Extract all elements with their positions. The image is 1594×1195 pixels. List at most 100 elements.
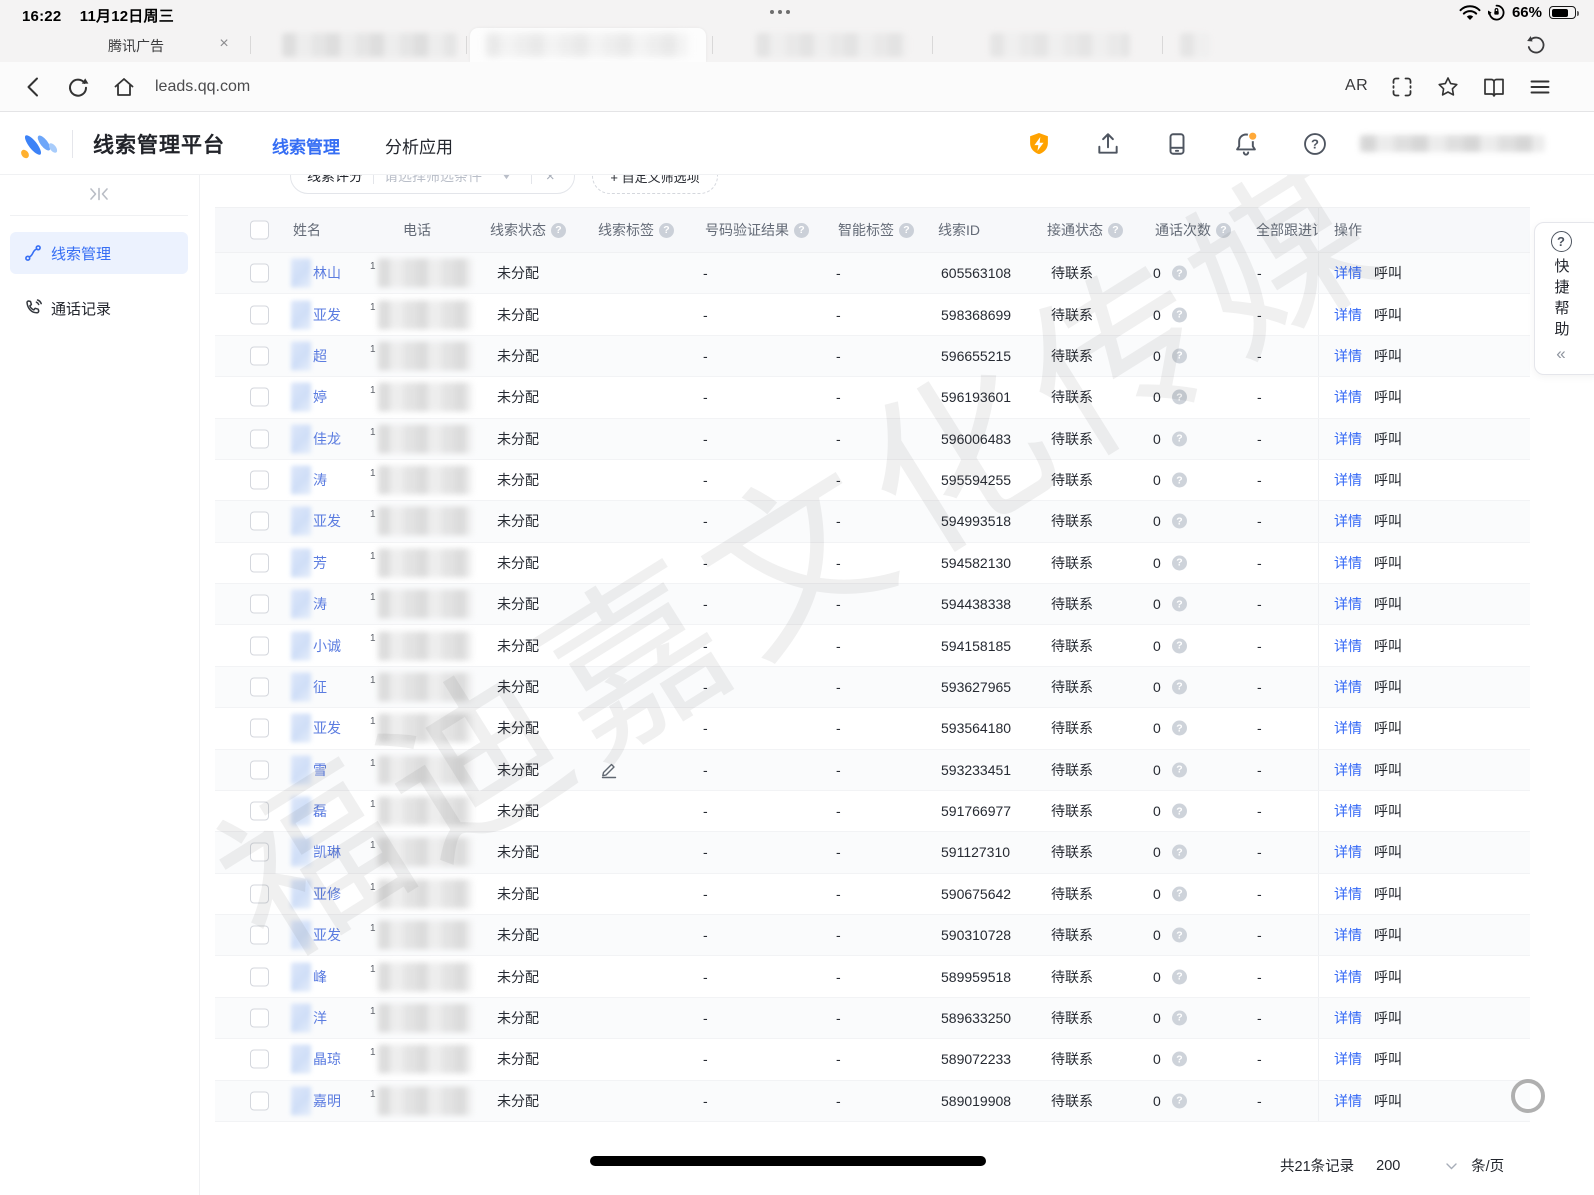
- call-link[interactable]: 呼叫: [1374, 553, 1402, 573]
- row-checkbox[interactable]: [250, 429, 269, 448]
- row-checkbox[interactable]: [250, 512, 269, 531]
- tab-tencent-ads[interactable]: 腾讯广告: [66, 36, 206, 56]
- tab-lead-management[interactable]: 线索管理: [272, 133, 340, 158]
- sidebar-item-call-records[interactable]: 通话记录: [10, 287, 188, 329]
- tab-redacted[interactable]: [1180, 33, 1210, 57]
- call-count-help-icon[interactable]: ?: [1172, 886, 1187, 901]
- ar-button[interactable]: AR: [1345, 77, 1368, 95]
- detail-link[interactable]: 详情: [1334, 305, 1362, 325]
- call-count-help-icon[interactable]: ?: [1172, 804, 1187, 819]
- lead-name-link[interactable]: 磊: [313, 801, 327, 821]
- column-header[interactable]: 线索状态 ?: [490, 208, 566, 252]
- call-link[interactable]: 呼叫: [1374, 263, 1402, 283]
- lead-name-link[interactable]: 超: [313, 346, 327, 366]
- column-header[interactable]: 操作: [1318, 208, 1530, 252]
- row-checkbox[interactable]: [250, 677, 269, 696]
- select-all-checkbox[interactable]: [250, 221, 269, 240]
- call-link[interactable]: 呼叫: [1374, 1008, 1402, 1028]
- column-header[interactable]: 号码验证结果 ?: [705, 208, 809, 252]
- lead-name-link[interactable]: 亚发: [313, 925, 341, 945]
- lead-name-link[interactable]: 小诚: [313, 636, 341, 656]
- detail-link[interactable]: 详情: [1334, 760, 1362, 780]
- lead-name-link[interactable]: 林山: [313, 263, 341, 283]
- help-icon[interactable]: ?: [1302, 131, 1326, 155]
- home-icon[interactable]: [112, 75, 136, 99]
- column-header[interactable]: 智能标签 ?: [838, 208, 914, 252]
- call-link[interactable]: 呼叫: [1374, 718, 1402, 738]
- column-header[interactable]: 电话: [403, 208, 431, 252]
- detail-link[interactable]: 详情: [1334, 925, 1362, 945]
- row-checkbox[interactable]: [250, 760, 269, 779]
- quick-help-panel[interactable]: ? 快捷帮助 «: [1534, 222, 1594, 375]
- row-checkbox[interactable]: [250, 926, 269, 945]
- column-header[interactable]: 线索ID: [938, 208, 980, 252]
- call-count-help-icon[interactable]: ?: [1172, 1052, 1187, 1067]
- detail-link[interactable]: 详情: [1334, 594, 1362, 614]
- call-link[interactable]: 呼叫: [1374, 925, 1402, 945]
- call-count-help-icon[interactable]: ?: [1172, 721, 1187, 736]
- detail-link[interactable]: 详情: [1334, 346, 1362, 366]
- tab-redacted[interactable]: [282, 33, 457, 57]
- lead-name-link[interactable]: 征: [313, 677, 327, 697]
- lead-name-link[interactable]: 芳: [313, 553, 327, 573]
- row-checkbox[interactable]: [250, 802, 269, 821]
- lead-name-link[interactable]: 涛: [313, 470, 327, 490]
- collapse-panel-icon[interactable]: «: [1556, 344, 1565, 364]
- call-count-help-icon[interactable]: ?: [1172, 969, 1187, 984]
- column-help-icon[interactable]: ?: [1108, 223, 1123, 238]
- call-count-help-icon[interactable]: ?: [1172, 638, 1187, 653]
- column-header[interactable]: 姓名: [293, 208, 321, 252]
- call-count-help-icon[interactable]: ?: [1172, 390, 1187, 405]
- device-icon[interactable]: [1164, 131, 1188, 155]
- lead-name-link[interactable]: 亚发: [313, 305, 341, 325]
- row-checkbox[interactable]: [250, 264, 269, 283]
- call-link[interactable]: 呼叫: [1374, 801, 1402, 821]
- undo-close-tab-icon[interactable]: [1524, 33, 1548, 57]
- call-count-help-icon[interactable]: ?: [1172, 555, 1187, 570]
- lead-name-link[interactable]: 亚发: [313, 718, 341, 738]
- lead-name-link[interactable]: 雪: [313, 760, 327, 780]
- address-bar[interactable]: leads.qq.com: [155, 78, 250, 96]
- call-link[interactable]: 呼叫: [1374, 346, 1402, 366]
- detail-link[interactable]: 详情: [1334, 967, 1362, 987]
- account-name-redacted[interactable]: [1360, 135, 1545, 152]
- detail-link[interactable]: 详情: [1334, 387, 1362, 407]
- detail-link[interactable]: 详情: [1334, 842, 1362, 862]
- row-checkbox[interactable]: [250, 346, 269, 365]
- call-count-help-icon[interactable]: ?: [1172, 1093, 1187, 1108]
- lead-name-link[interactable]: 亚修: [313, 884, 341, 904]
- call-count-help-icon[interactable]: ?: [1172, 514, 1187, 529]
- detail-link[interactable]: 详情: [1334, 263, 1362, 283]
- call-count-help-icon[interactable]: ?: [1172, 431, 1187, 446]
- call-link[interactable]: 呼叫: [1374, 511, 1402, 531]
- detail-link[interactable]: 详情: [1334, 718, 1362, 738]
- detail-link[interactable]: 详情: [1334, 470, 1362, 490]
- lead-name-link[interactable]: 婷: [313, 387, 327, 407]
- call-count-help-icon[interactable]: ?: [1172, 266, 1187, 281]
- column-header[interactable]: 线索标签 ?: [598, 208, 674, 252]
- column-header[interactable]: 接通状态 ?: [1047, 208, 1123, 252]
- call-count-help-icon[interactable]: ?: [1172, 679, 1187, 694]
- lead-name-link[interactable]: 亚发: [313, 511, 341, 531]
- row-checkbox[interactable]: [250, 305, 269, 324]
- row-checkbox[interactable]: [250, 967, 269, 986]
- call-count-help-icon[interactable]: ?: [1172, 473, 1187, 488]
- tab-close-icon[interactable]: ×: [214, 34, 234, 54]
- detail-link[interactable]: 详情: [1334, 553, 1362, 573]
- lead-name-link[interactable]: 洋: [313, 1008, 327, 1028]
- lead-name-link[interactable]: 峰: [313, 967, 327, 987]
- row-checkbox[interactable]: [250, 843, 269, 862]
- call-link[interactable]: 呼叫: [1374, 594, 1402, 614]
- column-help-icon[interactable]: ?: [1216, 223, 1231, 238]
- bookmark-star-icon[interactable]: [1436, 75, 1460, 99]
- call-link[interactable]: 呼叫: [1374, 842, 1402, 862]
- row-checkbox[interactable]: [250, 884, 269, 903]
- detail-link[interactable]: 详情: [1334, 1008, 1362, 1028]
- call-count-help-icon[interactable]: ?: [1172, 597, 1187, 612]
- assistive-touch-icon[interactable]: [1511, 1079, 1545, 1113]
- detail-link[interactable]: 详情: [1334, 1091, 1362, 1111]
- call-count-help-icon[interactable]: ?: [1172, 762, 1187, 777]
- row-checkbox[interactable]: [250, 595, 269, 614]
- lead-name-link[interactable]: 晶琼: [313, 1049, 341, 1069]
- lead-name-link[interactable]: 凯琳: [313, 842, 341, 862]
